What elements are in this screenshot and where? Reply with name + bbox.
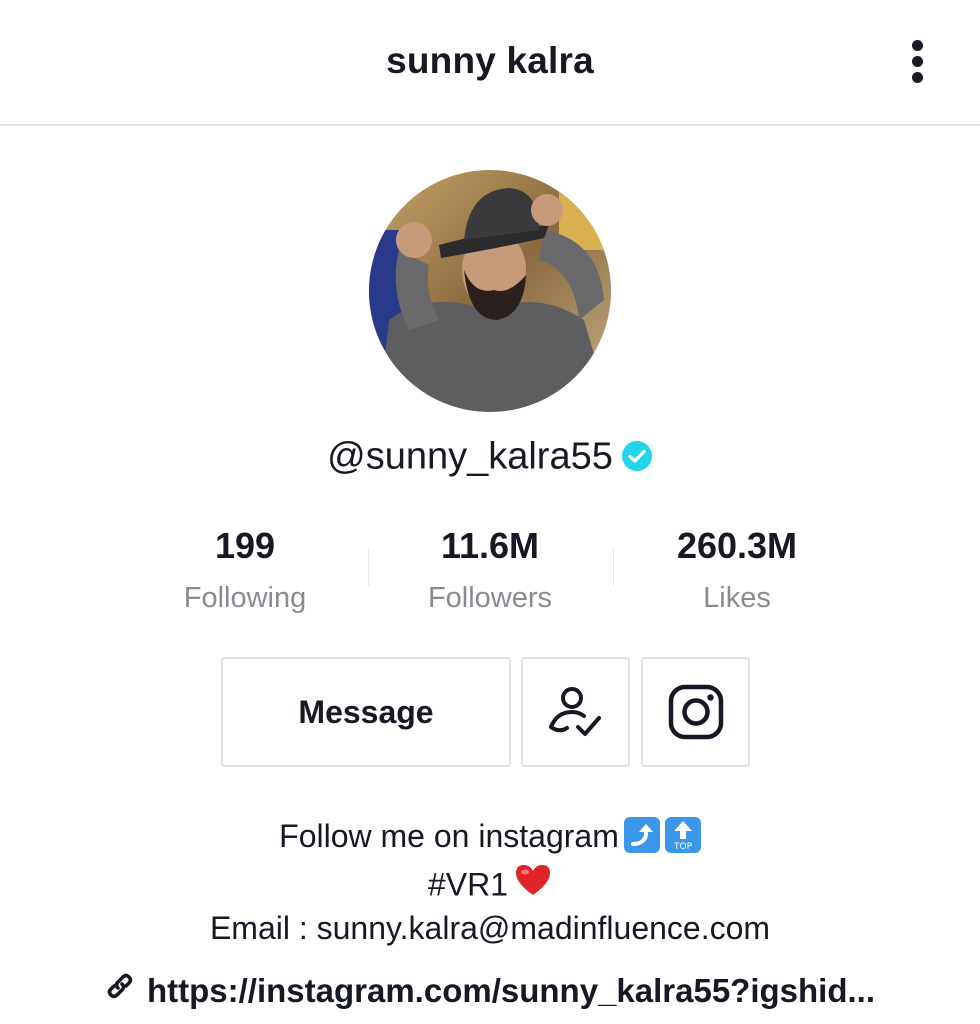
more-options-button[interactable] (896, 34, 940, 90)
username: @sunny_kalra55 (327, 435, 613, 478)
verified-badge-icon (621, 439, 653, 471)
stat-followers[interactable]: 11.6M Followers (380, 524, 600, 616)
top-emoji-text: TOP (673, 842, 693, 852)
stat-following[interactable]: 199 Following (135, 524, 355, 616)
stat-divider (368, 548, 369, 586)
link-text: https://instagram.com/sunny_kalra55?igsh… (146, 972, 875, 1009)
instagram-icon (668, 684, 723, 740)
top-bar: sunny kalra (0, 0, 980, 126)
following-status-button[interactable] (521, 657, 630, 767)
followers-count: 11.6M (440, 525, 540, 566)
bio-line-1: Follow me on instagram TOP (0, 816, 980, 857)
bio-email: Email : sunny.kalra@madinfluence.com (209, 910, 771, 946)
bio-line-2: #VR1 (0, 863, 980, 908)
right-arrow-curving-up-emoji (623, 816, 660, 853)
red-heart-emoji (514, 863, 552, 905)
more-vertical-icon-dot (912, 72, 923, 83)
bio-text-1: Follow me on instagram (279, 818, 619, 854)
link-icon (105, 971, 135, 1009)
stat-divider (613, 548, 614, 586)
top-arrow-emoji: TOP (664, 816, 701, 853)
instagram-button[interactable] (641, 657, 750, 767)
more-vertical-icon-dot (912, 56, 923, 67)
followers-label: Followers (427, 582, 553, 614)
username-row: @sunny_kalra55 (0, 434, 980, 478)
bio-link[interactable]: https://instagram.com/sunny_kalra55?igsh… (0, 972, 980, 1012)
likes-count: 260.3M (676, 525, 798, 566)
likes-label: Likes (703, 582, 771, 614)
message-button[interactable]: Message (221, 657, 511, 767)
avatar[interactable] (369, 170, 611, 412)
page-title: sunny kalra (386, 40, 594, 81)
profile-photo (369, 170, 611, 412)
following-label: Following (183, 582, 307, 614)
stat-likes[interactable]: 260.3M Likes (627, 524, 847, 616)
bio-line-3: Email : sunny.kalra@madinfluence.com (0, 910, 980, 947)
more-vertical-icon (912, 40, 923, 51)
bio-hashtag: #VR1 (427, 866, 509, 903)
user-check-icon (548, 687, 601, 736)
following-count: 199 (214, 525, 276, 566)
